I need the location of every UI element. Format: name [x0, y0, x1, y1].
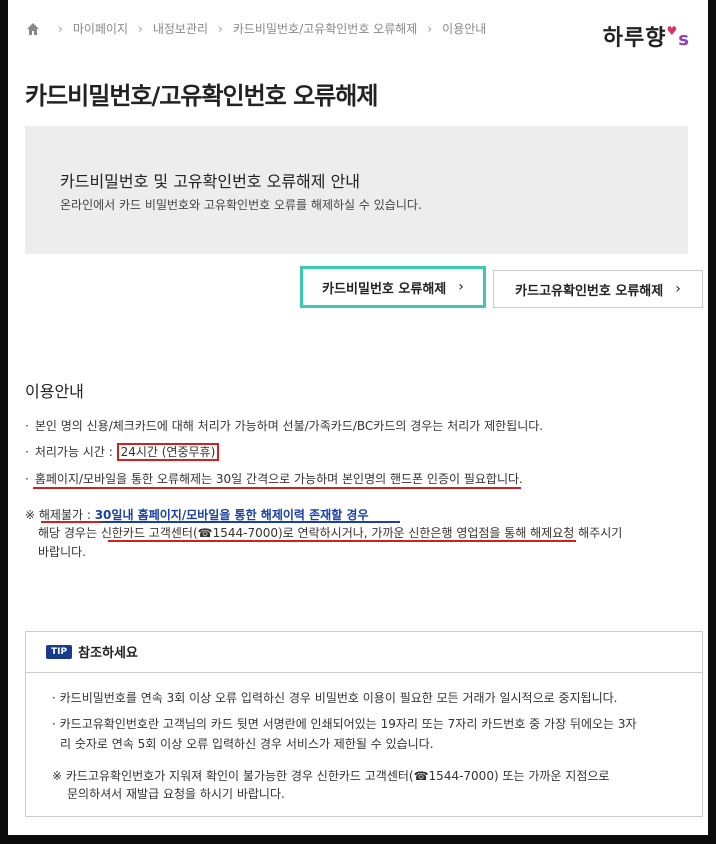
breadcrumb: › 마이페이지 › 내정보관리 › 카드비밀번호/고유확인번호 오류해제 › 이… [26, 20, 486, 37]
usage-note-line-2: 해당 경우는 신한카드 고객센터(☎1544-7000)로 연락하시거나, 가까… [38, 526, 623, 540]
chevron-right-icon: › [138, 21, 143, 36]
card-password-release-button[interactable]: 카드비밀번호 오류해제 › [300, 266, 486, 308]
tip-badge: TIP [46, 644, 73, 659]
tip-line-1-text: 카드비밀번호를 연속 3회 이상 오류 입력하신 경우 비밀번호 이용이 필요한… [59, 691, 618, 705]
underline-mark [100, 521, 400, 523]
page-title: 카드비밀번호/고유확인번호 오류해제 [25, 82, 378, 110]
logo: 하루향♥s [603, 20, 690, 52]
tip-divider [26, 672, 702, 673]
chevron-right-icon: › [675, 281, 681, 297]
usage-note-highlight: 30일내 홈페이지/모바일을 통한 해제이력 존재할 경우 [94, 508, 369, 522]
processing-time-value: 24시간 (연중무휴) [116, 443, 220, 461]
chevron-right-icon: › [58, 21, 63, 36]
tip-box: TIP 참조하세요 · 카드비밀번호를 연속 3회 이상 오류 입력하신 경우 … [25, 631, 703, 817]
breadcrumb-item-mypage[interactable]: 마이페이지 [73, 20, 128, 37]
logo-suffix: s [678, 29, 690, 50]
card-uid-release-button[interactable]: 카드고유확인번호 오류해제 › [493, 270, 703, 308]
tip-note-b: 문의하셔서 재발급 요청을 하시기 바랍니다. [67, 787, 285, 801]
breadcrumb-item-myinfo[interactable]: 내정보관리 [153, 20, 208, 37]
usage-line-2: · 처리가능 시간 : 24시간 (연중무휴) [25, 443, 220, 461]
tip-note-a: ※ 카드고유확인번호가 지워져 확인이 불가능한 경우 신한카드 고객센터(☎1… [52, 769, 610, 783]
page-frame: › 마이페이지 › 내정보관리 › 카드비밀번호/고유확인번호 오류해제 › 이… [8, 0, 708, 835]
usage-line-3-text: 홈페이지/모바일을 통한 오류해제는 30일 간격으로 가능하며 본인명의 핸드… [34, 472, 523, 486]
usage-title: 이용안내 [25, 382, 84, 401]
card-uid-release-label: 카드고유확인번호 오류해제 [515, 283, 664, 299]
underline-mark [41, 521, 101, 523]
underline-mark [33, 487, 521, 489]
tip-line-2b: 리 숫자로 연속 5회 이상 오류 입력하신 경우 서비스가 제한될 수 있습니… [60, 737, 434, 751]
breadcrumb-item-usage: 이용안내 [442, 22, 487, 36]
home-icon[interactable] [26, 22, 40, 36]
tip-line-1: · 카드비밀번호를 연속 3회 이상 오류 입력하신 경우 비밀번호 이용이 필… [52, 691, 618, 705]
underline-mark [108, 540, 576, 542]
usage-line-1-text: 본인 명의 신용/체크카드에 대해 처리가 가능하며 선불/가족카드/BC카드의… [34, 419, 544, 433]
logo-text: 하루향 [602, 26, 667, 51]
tip-line-2a-text: 카드고유확인번호란 고객님의 카드 뒷면 서명란에 인쇄되어있는 19자리 또는… [59, 717, 637, 731]
tip-title: 참조하세요 [78, 646, 138, 661]
usage-note-prefix: ※ 해제불가 : [25, 508, 95, 522]
chevron-right-icon: › [427, 21, 433, 36]
chevron-right-icon: › [458, 279, 464, 295]
usage-line-1: · 본인 명의 신용/체크카드에 대해 처리가 가능하며 선불/가족카드/BC카드… [25, 419, 544, 433]
heart-icon: ♥ [666, 24, 679, 38]
usage-line-3: · 홈페이지/모바일을 통한 오류해제는 30일 간격으로 가능하며 본인명의 핸… [25, 472, 523, 486]
info-banner: 카드비밀번호 및 고유확인번호 오류해제 안내 온라인에서 카드 비밀번호와 고… [25, 126, 688, 254]
tip-header: TIP 참조하세요 [46, 642, 138, 661]
breadcrumb-item-error-release[interactable]: 카드비밀번호/고유확인번호 오류해제 [233, 20, 418, 37]
tip-line-2a: · 카드고유확인번호란 고객님의 카드 뒷면 서명란에 인쇄되어있는 19자리 … [52, 717, 637, 731]
info-heading: 카드비밀번호 및 고유확인번호 오류해제 안내 [60, 172, 361, 191]
usage-line-2-label: 처리가능 시간 : [34, 445, 117, 459]
card-password-release-label: 카드비밀번호 오류해제 [322, 281, 447, 297]
usage-note-line-3: 바랍니다. [38, 545, 86, 559]
info-description: 온라인에서 카드 비밀번호와 고유확인번호 오류를 해제하실 수 있습니다. [60, 198, 422, 212]
chevron-right-icon: › [218, 21, 223, 36]
